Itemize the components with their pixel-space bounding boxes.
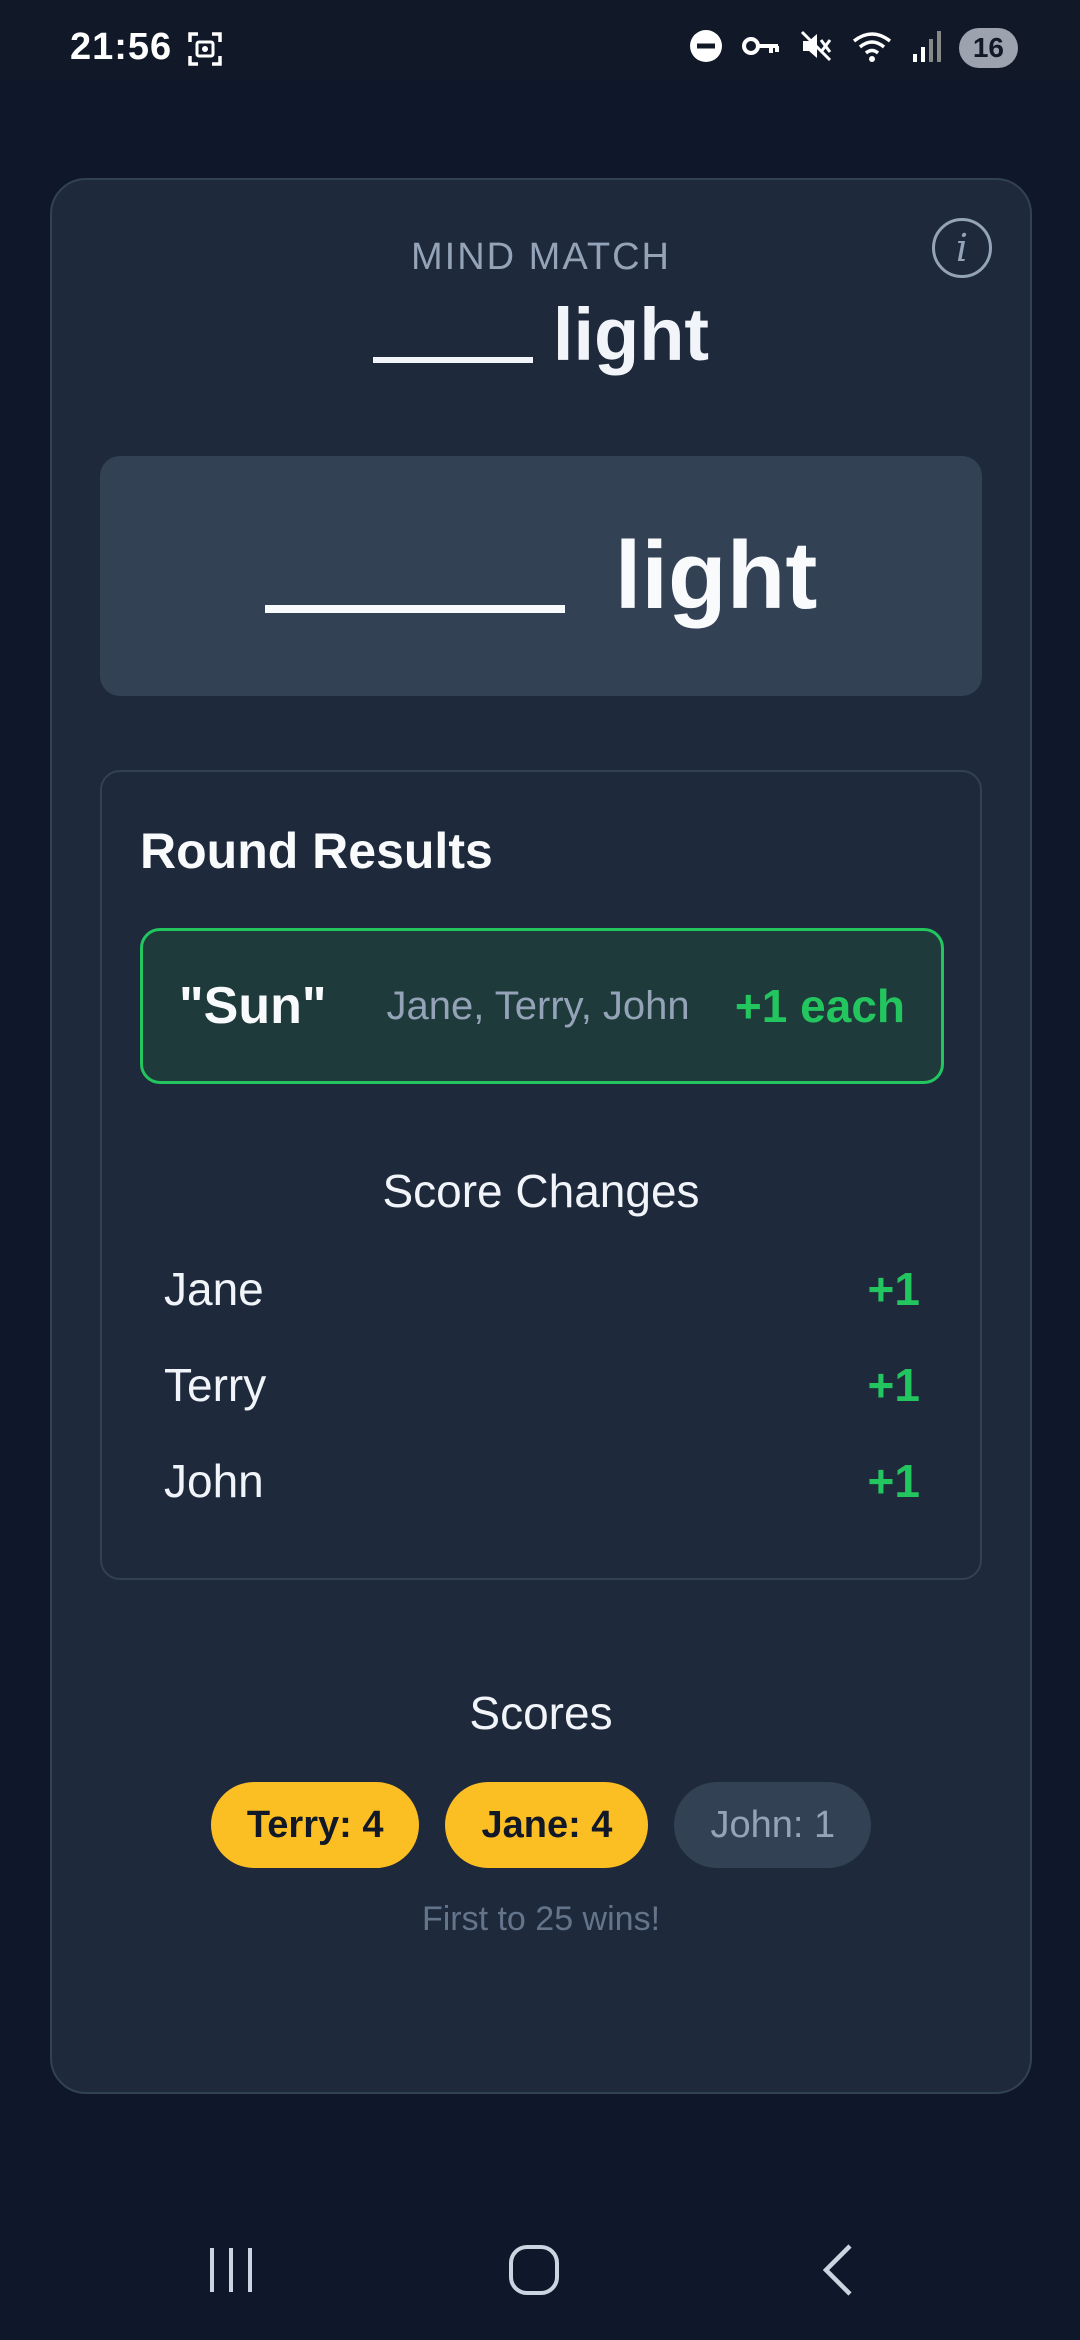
score-change-row: Jane +1 <box>164 1254 920 1324</box>
match-word: "Sun" <box>179 977 327 1035</box>
player-points: +1 <box>867 1263 920 1315</box>
score-pill-terry: Terry: 4 <box>210 1782 420 1868</box>
blank-line <box>264 605 565 613</box>
score-changes-title: Score Changes <box>382 1165 700 1217</box>
screenshot-icon <box>186 30 224 73</box>
mute-icon <box>799 29 833 68</box>
home-icon[interactable] <box>506 2242 562 2303</box>
score-pill-john: John: 1 <box>674 1782 872 1868</box>
status-time: 21:56 <box>70 26 173 68</box>
system-nav-bar <box>0 2200 1080 2340</box>
blank-line <box>372 357 533 363</box>
header-prompt: light <box>52 292 1030 377</box>
game-card: i MIND MATCH light light Round Results "… <box>50 178 1032 2094</box>
win-condition-note: First to 25 wins! <box>421 1900 661 1938</box>
score-change-row: John +1 <box>164 1446 920 1516</box>
player-points: +1 <box>867 1359 920 1411</box>
player-name: Terry <box>164 1359 267 1411</box>
prompt-box: light <box>100 456 982 696</box>
wifi-icon <box>851 29 893 68</box>
prompt-word: light <box>614 522 818 629</box>
game-title: MIND MATCH <box>411 236 671 278</box>
back-icon[interactable] <box>818 2242 858 2303</box>
score-pill-jane: Jane: 4 <box>445 1782 649 1868</box>
player-points: +1 <box>867 1455 920 1507</box>
match-points: +1 each <box>734 980 905 1032</box>
status-bar: 21:56 16 <box>0 0 1080 80</box>
round-results-panel: Round Results "Sun" Jane, Terry, John +1… <box>100 770 982 1580</box>
recent-apps-icon[interactable] <box>206 2242 256 2303</box>
vpn-key-icon <box>741 31 781 66</box>
player-name: Jane <box>164 1263 264 1315</box>
match-row: "Sun" Jane, Terry, John +1 each <box>140 928 944 1084</box>
status-icons: 16 <box>689 28 1018 68</box>
scores-title: Scores <box>469 1687 613 1739</box>
player-name: John <box>164 1455 264 1507</box>
score-change-row: Terry +1 <box>164 1350 920 1420</box>
header-prompt-word: light <box>552 293 710 376</box>
signal-icon <box>911 30 941 67</box>
do-not-disturb-icon <box>689 29 723 68</box>
round-results-title: Round Results <box>140 823 493 879</box>
score-pills: Terry: 4 Jane: 4 John: 1 <box>52 1782 1030 1868</box>
match-players: Jane, Terry, John <box>386 983 690 1028</box>
battery-indicator: 16 <box>958 28 1018 68</box>
